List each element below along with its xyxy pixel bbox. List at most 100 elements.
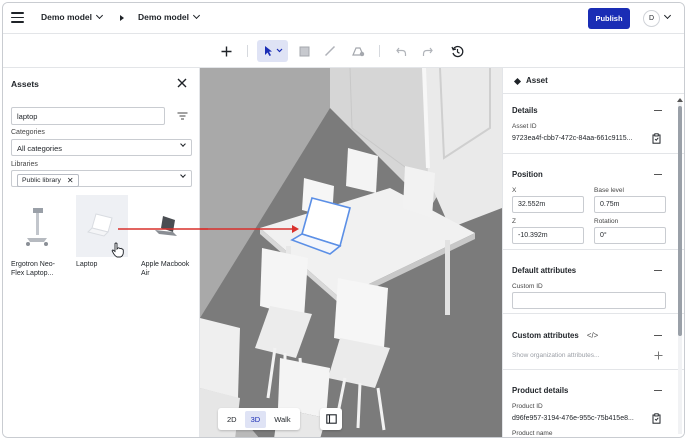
assets-panel: Assets laptop Categories All categories … (3, 68, 200, 437)
base-level-field[interactable]: 0.75m (594, 196, 666, 213)
asset-id-value: 9723ea4f-cbb7-472c-84aa-661c9115... (512, 135, 633, 142)
line-tool-icon[interactable] (321, 40, 339, 62)
history-icon[interactable] (447, 40, 467, 62)
asset-card-ergotron[interactable]: Ergotron Neo-Flex Laptop... (11, 195, 63, 278)
close-icon[interactable] (177, 78, 187, 88)
x-field[interactable]: 32.552m (512, 196, 584, 213)
panel-toggle-button[interactable] (320, 408, 342, 430)
default-attributes-section: Default attributes Custom ID (503, 250, 684, 314)
rectangle-tool-icon[interactable] (295, 40, 313, 62)
breadcrumb-project-label: Demo model (41, 12, 93, 22)
asset-thumbnail (11, 195, 63, 257)
custom-id-field[interactable] (512, 292, 666, 309)
collapse-icon[interactable] (654, 335, 662, 337)
viewport-3d[interactable]: 2D 3D Walk (200, 68, 502, 437)
product-name-label: Product name (512, 430, 553, 437)
show-org-attributes-link[interactable]: Show organization attributes... (512, 352, 599, 359)
properties-scrollbar-thumb[interactable] (678, 106, 682, 336)
categories-select-value: All categories (17, 144, 63, 153)
custom-attributes-label: Custom attributes (512, 331, 579, 340)
select-tool-button[interactable] (257, 40, 288, 62)
custom-id-label: Custom ID (512, 283, 543, 290)
view-mode-3d[interactable]: 3D (244, 410, 267, 428)
properties-panel: Asset Details Asset ID 9723ea4f-cbb7-472… (502, 68, 684, 437)
top-bar: Demo model Demo model Publish D (3, 3, 684, 34)
z-field[interactable]: -10.392m (512, 227, 584, 244)
asset-card-name: Ergotron Neo-Flex Laptop... (11, 261, 55, 277)
chip-remove-icon[interactable]: ✕ (67, 176, 74, 184)
collapse-icon[interactable] (654, 270, 662, 272)
app-window: Demo model Demo model Publish D Assets l… (2, 2, 685, 438)
asset-card-name: Apple Macbook Air (141, 261, 190, 277)
product-id-label: Product ID (512, 403, 543, 410)
filter-icon[interactable] (177, 112, 188, 122)
drag-arrow (118, 228, 208, 230)
z-label: Z (512, 218, 516, 225)
breadcrumb-model-label: Demo model (138, 12, 190, 22)
library-chip: Public library ✕ (17, 174, 79, 187)
add-icon[interactable] (217, 40, 235, 62)
hand-cursor-icon (111, 242, 124, 258)
rotation-field[interactable]: 0° (594, 227, 666, 244)
asset-card-name: Laptop (76, 261, 98, 268)
chevron-down-icon (180, 141, 186, 147)
product-details-title: Product details (512, 386, 569, 395)
view-mode-walk[interactable]: Walk (268, 411, 296, 428)
toolbar-divider (379, 45, 380, 57)
properties-header: Asset (503, 68, 684, 94)
libraries-select[interactable]: Public library ✕ (11, 170, 192, 187)
laptop-icon (87, 213, 113, 237)
view-mode-switch: 2D 3D Walk (218, 408, 300, 430)
cursor-icon (264, 46, 282, 56)
copy-icon[interactable] (652, 133, 661, 144)
assets-panel-title: Assets (11, 79, 39, 89)
default-attributes-title: Default attributes (512, 266, 577, 275)
categories-select[interactable]: All categories (11, 139, 192, 156)
collapse-icon[interactable] (654, 174, 662, 176)
product-details-section: Product details Product ID d96fe957-3194… (503, 370, 684, 437)
details-title: Details (512, 106, 538, 115)
asset-id-label: Asset ID (512, 123, 537, 130)
position-section: Position X 32.552m Base level 0.75m Z -1… (503, 154, 684, 250)
collapse-icon[interactable] (654, 390, 662, 392)
undo-icon[interactable] (392, 40, 410, 62)
asset-diamond-icon (513, 77, 522, 86)
toolbar-divider (247, 45, 248, 57)
shape-tool-icon[interactable] (348, 40, 368, 62)
avatar[interactable]: D (643, 10, 660, 27)
breadcrumb-model[interactable]: Demo model (138, 11, 201, 22)
x-label: X (512, 187, 517, 194)
publish-button[interactable]: Publish (588, 8, 630, 29)
breadcrumb-separator-icon (120, 15, 124, 21)
libraries-label: Libraries (11, 161, 38, 168)
asset-search-input[interactable]: laptop (11, 107, 165, 125)
scroll-up-icon[interactable] (677, 98, 683, 102)
product-id-value: d96fe957-3194-476e-955c-75b415e8... (512, 415, 634, 422)
breadcrumb-project[interactable]: Demo model (41, 11, 104, 22)
chevron-down-icon (192, 11, 201, 20)
copy-icon[interactable] (652, 413, 661, 424)
custom-attributes-title: Custom attributes </> (512, 331, 598, 340)
chevron-down-icon (180, 172, 186, 178)
base-level-label: Base level (594, 187, 624, 194)
laptop-stand-icon (26, 208, 48, 246)
avatar-menu-chevron-icon[interactable] (663, 11, 672, 20)
asset-card-macbook[interactable]: Apple Macbook Air (141, 195, 193, 278)
chevron-down-icon (95, 11, 104, 20)
properties-title: Asset (526, 76, 548, 85)
view-mode-2d[interactable]: 2D (221, 411, 243, 428)
collapse-icon[interactable] (654, 110, 662, 112)
custom-attributes-section: Custom attributes </> Show organization … (503, 314, 684, 370)
toolbar (3, 34, 684, 68)
add-icon[interactable] (654, 351, 663, 360)
categories-label: Categories (11, 129, 45, 136)
code-icon[interactable]: </> (587, 331, 598, 340)
hamburger-menu-icon[interactable] (11, 12, 24, 23)
room-scene (200, 68, 502, 437)
panel-layout-icon (325, 414, 337, 424)
details-section: Details Asset ID 9723ea4f-cbb7-472c-84aa… (503, 94, 684, 154)
redo-icon[interactable] (418, 40, 436, 62)
rotation-label: Rotation (594, 218, 619, 225)
library-chip-label: Public library (22, 177, 61, 184)
position-title: Position (512, 170, 543, 179)
